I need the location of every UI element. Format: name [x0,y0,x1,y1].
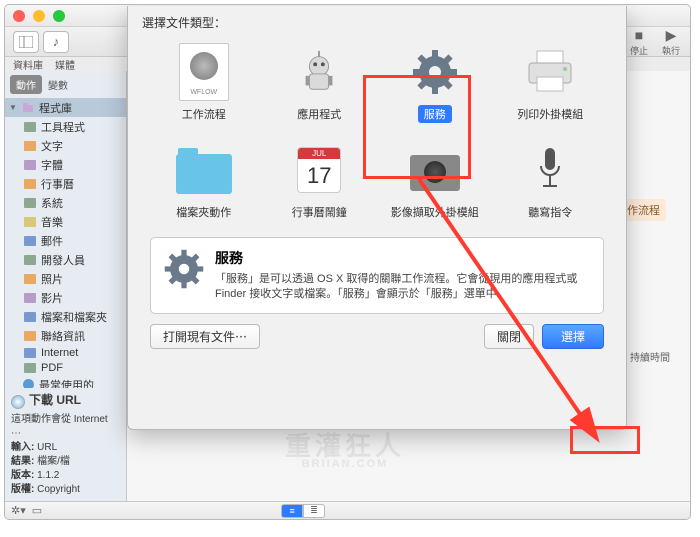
layout-icon[interactable]: ▭ [32,504,42,517]
desc-text: 「服務」是可以透過 OS X 取得的關聯工作流程。它會從現用的應用程式或 Fin… [215,272,591,303]
gear-icon [163,248,205,290]
library-tree: ▼程式庫 工具程式 文字 字體 行事曆 系統 音樂 郵件 開發人員 照片 影片 … [5,96,126,388]
desc-heading: 服務 [215,248,591,268]
microphone-icon [532,145,568,195]
sidebar-item-music[interactable]: 音樂 [5,212,126,231]
type-label: 列印外掛模組 [511,105,589,123]
sidebar-item-fonts[interactable]: 字體 [5,155,126,174]
close-window-icon[interactable] [13,10,25,22]
folder-icon [176,154,232,194]
sidebar-item-internet[interactable]: Internet [5,345,126,360]
type-image-capture-plugin[interactable]: 影像擷取外掛模組 [381,137,489,231]
run-label: 執行 [662,44,680,57]
media-label: 媒體 [55,57,75,71]
sidebar-item-photos[interactable]: 照片 [5,269,126,288]
zoom-window-icon[interactable] [53,10,65,22]
sidebar-item-text[interactable]: 文字 [5,136,126,155]
sidebar-item-mostused[interactable]: 最常使用的 [5,375,126,388]
calendar-icon: JUL17 [297,147,341,193]
choose-button[interactable]: 選擇 [542,324,604,349]
action-title: 下載 URL [29,392,81,409]
sidebar-item-files[interactable]: 檔案和檔案夾 [5,307,126,326]
type-dictation-command[interactable]: 聽寫指令 [497,137,605,231]
tab-actions[interactable]: 動作 [10,75,42,94]
safari-icon [11,395,25,409]
open-existing-button[interactable]: 打開現有文件⋯ [150,324,260,349]
sidebar-item-pdf[interactable]: PDF [5,360,126,375]
view-flow-icon[interactable]: ≡ [281,504,303,518]
sidebar-item-movies[interactable]: 影片 [5,288,126,307]
type-label: 工作流程 [176,105,232,123]
type-print-plugin[interactable]: 列印外掛模組 [497,39,605,133]
type-label: 檔案夾動作 [170,203,237,221]
view-switcher[interactable]: ≡ ≣ [281,504,325,518]
action-desc: 這項動作會從 Internet ⋯ [11,413,120,441]
stop-label: 停止 [630,44,648,57]
sidebar-toggle-button[interactable] [13,31,39,53]
type-service[interactable]: 服務 [381,39,489,133]
type-label: 服務 [418,105,452,123]
media-button[interactable]: ♪ [43,31,69,53]
duration-column-header: 持續時間 [630,349,670,364]
sidebar-item-contacts[interactable]: 聯絡資訊 [5,326,126,345]
sidebar-item-system[interactable]: 系統 [5,193,126,212]
sidebar-item-utilities[interactable]: 工具程式 [5,117,126,136]
new-document-sheet: 選擇文件類型： WFLOW 工作流程 應用程式 服務 [127,6,627,430]
watermark: 重灌狂人 BRIIAN.COM [285,433,405,470]
close-button[interactable]: 關閉 [484,324,534,349]
sidebar-item-developer[interactable]: 開發人員 [5,250,126,269]
view-list-icon[interactable]: ≣ [303,504,325,518]
workflow-icon: WFLOW [179,43,229,101]
type-label: 行事曆鬧鐘 [286,203,353,221]
type-label: 影像擷取外掛模組 [385,203,485,221]
application-icon [296,49,342,95]
gear-icon [411,48,459,96]
type-label: 聽寫指令 [522,203,578,221]
stop-button[interactable]: ■停止 [628,26,650,57]
sheet-title: 選擇文件類型： [128,6,626,35]
library-root[interactable]: ▼程式庫 [5,98,126,117]
type-label: 應用程式 [291,105,347,123]
tab-variables[interactable]: 變數 [42,75,74,94]
printer-icon [525,49,575,95]
document-type-grid: WFLOW 工作流程 應用程式 服務 列印外掛模組 [128,35,626,231]
action-detail-panel: 下載 URL 這項動作會從 Internet ⋯ 輸入: URL 結果: 檔案/… [5,388,126,501]
type-description-panel: 服務 「服務」是可以透過 OS X 取得的關聯工作流程。它會從現用的應用程式或 … [150,237,604,314]
run-button[interactable]: ▶執行 [660,26,682,57]
sidebar-tabs: 動作 變數 [5,71,126,96]
sidebar-item-calendar[interactable]: 行事曆 [5,174,126,193]
type-application[interactable]: 應用程式 [266,39,374,133]
sheet-buttons: 打開現有文件⋯ 關閉 選擇 [128,314,626,349]
settings-icon[interactable]: ✲▾ [11,504,26,517]
automator-window: 未命名 ♪ ●錄製 ▶▶步驟 ■停止 ▶執行 資料庫 媒體 動作 變數 ▼程式庫… [4,4,691,520]
statusbar: ✲▾ ▭ ≡ ≣ [5,501,690,519]
camera-icon [410,155,460,191]
type-folder-action[interactable]: 檔案夾動作 [150,137,258,231]
sidebar-item-mail[interactable]: 郵件 [5,231,126,250]
type-workflow[interactable]: WFLOW 工作流程 [150,39,258,133]
traffic-lights [13,10,65,22]
workflow-badge: 作流程 [621,199,666,221]
sidebar: 動作 變數 ▼程式庫 工具程式 文字 字體 行事曆 系統 音樂 郵件 開發人員 … [5,71,127,501]
minimize-window-icon[interactable] [33,10,45,22]
library-label: 資料庫 [13,57,43,71]
type-calendar-alarm[interactable]: JUL17 行事曆鬧鐘 [266,137,374,231]
